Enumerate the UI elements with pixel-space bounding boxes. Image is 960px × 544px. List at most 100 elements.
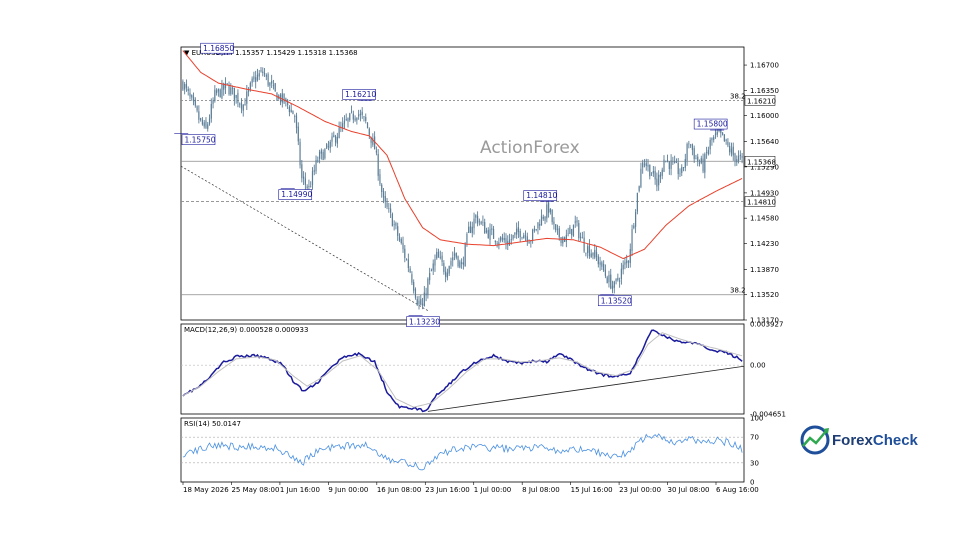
candle-body bbox=[579, 236, 582, 238]
candle-body bbox=[691, 144, 694, 150]
candle-body bbox=[347, 118, 349, 122]
candle-body bbox=[587, 246, 589, 253]
candle-body bbox=[727, 141, 729, 146]
candle-body bbox=[521, 237, 523, 238]
candle-body bbox=[349, 113, 351, 121]
candle-body bbox=[201, 119, 204, 125]
candle-body bbox=[613, 281, 615, 288]
candle-body bbox=[452, 257, 454, 261]
candle-body bbox=[533, 228, 536, 231]
candle-body bbox=[333, 135, 335, 137]
candle-body bbox=[540, 215, 543, 226]
candle-body bbox=[301, 164, 303, 179]
candle-body bbox=[207, 124, 209, 129]
candle-body bbox=[496, 243, 498, 244]
candle-body bbox=[535, 228, 537, 230]
candle-body bbox=[455, 252, 457, 258]
candle-body bbox=[571, 229, 573, 236]
candle-body bbox=[714, 133, 717, 136]
candle-body bbox=[503, 237, 505, 241]
candle-body bbox=[446, 272, 449, 278]
price-tick-label: 1.14580 bbox=[750, 215, 779, 223]
candle-body bbox=[650, 175, 653, 176]
panel-frame-1 bbox=[180, 46, 745, 321]
candle-body bbox=[672, 161, 674, 163]
candle-body bbox=[462, 262, 464, 265]
candle-body bbox=[432, 263, 434, 271]
candle-body bbox=[400, 239, 402, 243]
candle-body bbox=[498, 242, 500, 245]
candle-body bbox=[476, 215, 479, 224]
candle-body bbox=[695, 158, 697, 160]
candle-body bbox=[512, 234, 514, 239]
price-level-tag-text: 1.16210 bbox=[747, 97, 776, 105]
price-annotation: 1.14990 bbox=[278, 188, 312, 200]
candle-body bbox=[242, 104, 244, 111]
candle-body bbox=[182, 81, 184, 90]
candle-body bbox=[445, 271, 447, 277]
candle-body bbox=[649, 164, 651, 177]
candle-body bbox=[732, 146, 734, 156]
annotation-label: 1.15800 bbox=[697, 120, 728, 129]
candle-body bbox=[269, 82, 271, 86]
candle-body bbox=[450, 260, 452, 266]
candle-body bbox=[516, 228, 518, 235]
candle-body bbox=[388, 208, 390, 209]
candle-body bbox=[633, 225, 635, 229]
candle-body bbox=[354, 118, 356, 121]
candle-body bbox=[473, 218, 475, 229]
candle-body bbox=[239, 103, 241, 105]
candle-body bbox=[310, 186, 312, 188]
annotation-label: 1.16210 bbox=[345, 90, 376, 99]
price-level-tag: 1.14810 bbox=[744, 196, 776, 207]
price-annotation: 1.14810 bbox=[523, 190, 557, 202]
candle-body bbox=[416, 299, 418, 305]
candle-body bbox=[668, 161, 670, 170]
candle-body bbox=[729, 146, 731, 153]
price-tick-label: 1.14230 bbox=[750, 240, 779, 248]
candle-body bbox=[224, 82, 227, 89]
price-tick-label: 1.15640 bbox=[750, 138, 779, 146]
candle-body bbox=[670, 160, 672, 169]
candle-body bbox=[469, 226, 472, 233]
candle-body bbox=[198, 111, 200, 120]
candle-body bbox=[317, 160, 319, 162]
candle-body bbox=[308, 185, 310, 188]
candle-body bbox=[532, 229, 534, 242]
candle-body bbox=[615, 278, 617, 282]
candle-body bbox=[578, 223, 580, 239]
candle-body bbox=[271, 80, 273, 84]
x-tick-label: 1 Jun 16:00 bbox=[280, 486, 320, 494]
candle-body bbox=[205, 120, 207, 128]
candle-body bbox=[555, 224, 557, 231]
candle-body bbox=[345, 119, 347, 120]
candle-body bbox=[588, 244, 591, 256]
candle-body bbox=[439, 256, 441, 258]
candle-body bbox=[528, 241, 530, 244]
macd-series-macd bbox=[182, 329, 743, 413]
candle-body bbox=[698, 162, 701, 164]
candle-body bbox=[315, 160, 317, 172]
candle-body bbox=[599, 262, 601, 265]
candle-body bbox=[643, 164, 646, 166]
candle-body bbox=[398, 236, 401, 241]
candle-body bbox=[619, 280, 621, 282]
candle-body bbox=[253, 76, 255, 80]
candle-body bbox=[558, 228, 560, 238]
candle-body bbox=[601, 262, 603, 267]
candle-body bbox=[194, 99, 196, 106]
candle-body bbox=[413, 282, 415, 291]
candle-body bbox=[402, 242, 404, 250]
candle-body bbox=[711, 137, 713, 141]
fib-level-label: 38.2 bbox=[730, 287, 746, 295]
candle-body bbox=[478, 221, 480, 223]
candle-body bbox=[423, 292, 425, 307]
candle-body bbox=[491, 228, 493, 230]
candle-body bbox=[437, 251, 440, 258]
candle-body bbox=[666, 160, 669, 161]
candle-body bbox=[562, 237, 564, 244]
candle-body bbox=[627, 261, 630, 263]
candle-body bbox=[436, 251, 438, 259]
candle-body bbox=[682, 167, 685, 168]
candle-body bbox=[221, 83, 223, 99]
